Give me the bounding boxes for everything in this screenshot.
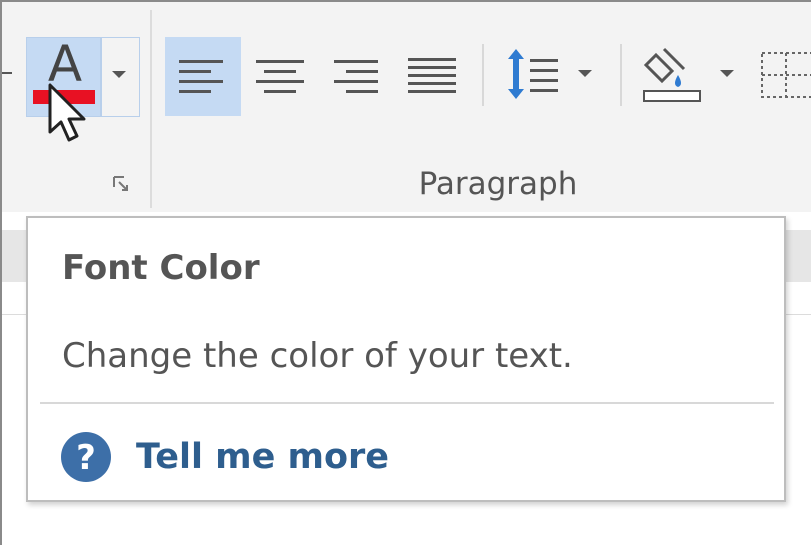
align-center-icon [256,60,304,93]
mouse-pointer-icon [48,83,86,142]
borders-icon [761,52,811,98]
button-separator [620,44,622,106]
justify-button[interactable] [396,37,472,116]
align-right-icon [334,60,378,93]
caret-down-icon [112,71,126,78]
line-spacing-caret-icon [578,70,592,77]
previous-control-edge [2,72,12,74]
group-separator [150,10,152,208]
tooltip-title: Font Color [62,248,260,288]
align-right-button[interactable] [320,37,396,116]
tell-me-more-label[interactable]: Tell me more [136,437,389,477]
help-circle-icon: ? [61,432,111,482]
paragraph-group-label: Paragraph [418,166,578,202]
tell-me-more-link[interactable]: ? Tell me more [60,430,389,484]
align-left-icon [179,60,223,93]
align-center-button[interactable] [244,37,320,116]
button-separator [482,44,484,106]
align-left-button[interactable] [165,37,241,116]
shading-caret-icon [720,70,734,77]
font-color-tooltip: Font Color Change the color of your text… [26,216,786,502]
justify-icon [408,58,456,93]
borders-button[interactable] [756,37,811,116]
svg-text:?: ? [76,438,96,478]
tooltip-description: Change the color of your text. [62,336,573,376]
tooltip-divider [40,402,774,404]
dialog-launcher-icon[interactable] [113,176,131,194]
